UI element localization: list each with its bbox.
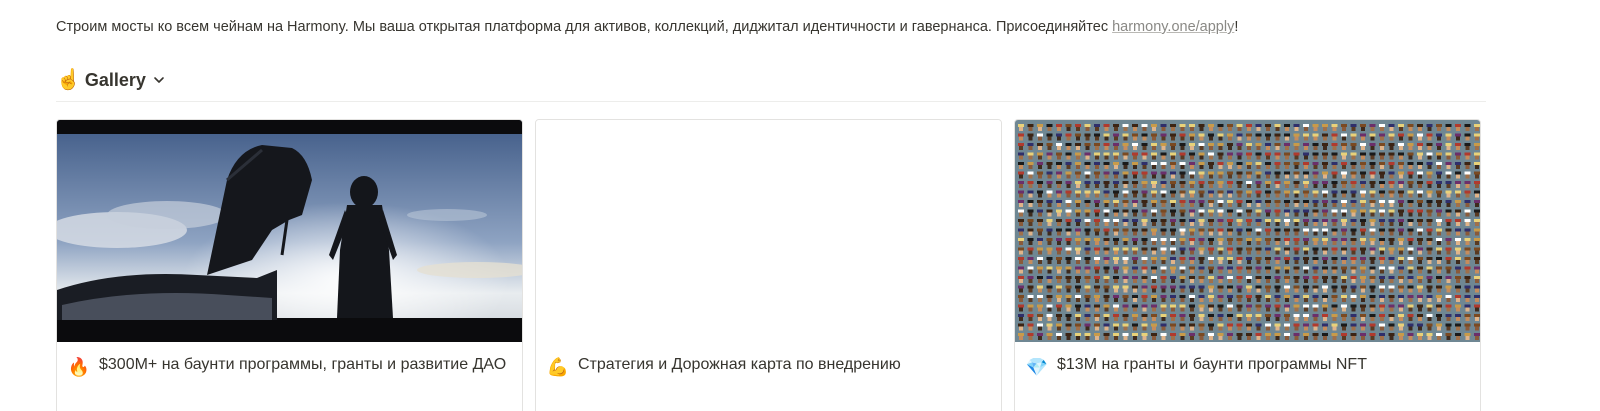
gallery-cards: 🔥 $300M+ на баунти программы, гранты и р… xyxy=(56,119,1481,411)
gallery-card-bounty[interactable]: 🔥 $300M+ на баунти программы, гранты и р… xyxy=(56,119,523,411)
gallery-card-nft[interactable]: 💎 $13M на гранты и баунти программы NFT xyxy=(1014,119,1481,411)
intro-paragraph: Строим мосты ко всем чейнам на Harmony. … xyxy=(56,17,1238,37)
page: Строим мосты ко всем чейнам на Harmony. … xyxy=(0,0,1600,411)
silhouette-photo xyxy=(57,120,522,342)
card-cover-image xyxy=(1015,120,1480,342)
gallery-header[interactable]: ☝ Gallery xyxy=(56,66,166,94)
card-cover-image xyxy=(57,120,522,342)
intro-suffix: ! xyxy=(1234,19,1239,35)
card-title: $13M на гранты и баунти программы NFT xyxy=(1057,356,1367,373)
gallery-card-strategy[interactable]: 💪 Стратегия и Дорожная карта по внедрени… xyxy=(535,119,1002,411)
gallery-divider xyxy=(56,101,1486,102)
gallery-title[interactable]: Gallery xyxy=(85,70,146,91)
intro-text: Строим мосты ко всем чейнам на Harmony. … xyxy=(56,19,1113,35)
card-caption: 💎 $13M на гранты и баунти программы NFT xyxy=(1015,342,1480,378)
fire-icon: 🔥 xyxy=(67,357,91,377)
apply-link[interactable]: harmony.one/apply xyxy=(1112,19,1234,35)
card-cover-empty xyxy=(536,120,1001,342)
card-caption: 💪 Стратегия и Дорожная карта по внедрени… xyxy=(536,342,1001,378)
flexed-biceps-icon: 💪 xyxy=(546,357,570,377)
pointing-hand-icon: ☝ xyxy=(56,69,81,91)
avatar-mosaic-image xyxy=(1015,120,1480,342)
gem-icon: 💎 xyxy=(1025,357,1049,377)
card-caption: 🔥 $300M+ на баунти программы, гранты и р… xyxy=(57,342,522,378)
chevron-down-icon[interactable] xyxy=(152,73,166,87)
card-title: $300M+ на баунти программы, гранты и раз… xyxy=(99,356,507,373)
card-title: Стратегия и Дорожная карта по внедрению xyxy=(578,356,901,373)
